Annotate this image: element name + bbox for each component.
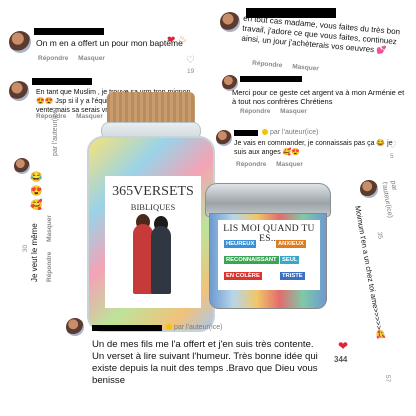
avatar[interactable] [66,318,84,336]
comment-actions: Répondre Masquer [252,60,327,75]
avatar[interactable] [220,12,240,32]
like-count: 5 [390,153,394,160]
like-count: 35 [375,231,384,240]
avatar[interactable] [14,158,30,174]
avatar[interactable] [9,31,31,53]
tin-label: LIS MOI QUAND TU ES... HEUREUX ANXIEUX R… [218,220,320,290]
comment-text: Je vais en commander, je connaissais pas… [234,140,393,156]
hide-link[interactable]: Masquer [46,215,53,242]
avatar[interactable] [9,81,29,101]
author-tag: par l'auteur(ice) [166,324,222,333]
author-dot-icon [262,129,268,136]
comment-text: en tout cas madame, vous faites du très … [241,13,401,56]
woman-illustration [133,224,153,294]
hide-link[interactable]: Masquer [292,63,319,72]
redacted-username [240,76,302,82]
comment-text: Je veut le même [30,223,39,282]
redacted-username [92,325,162,331]
emoji-icon: 😍 [30,186,43,197]
like-count: 57 [384,374,392,383]
mood-chip: SEUL [280,256,300,264]
mood-chip: ANXIEUX [276,240,306,248]
hide-link[interactable]: Masquer [280,108,307,115]
comment-4: Merci pour ce geste cet argent va à mon … [232,88,410,107]
like-icon[interactable]: ♡ [388,140,397,151]
mood-tin: LIS MOI QUAND TU ES... HEUREUX ANXIEUX R… [203,183,333,311]
tin-body: LIS MOI QUAND TU ES... HEUREUX ANXIEUX R… [209,213,327,309]
comment-7: Je veut le même [30,223,40,282]
woman-illustration [151,226,171,294]
comment-actions: Répondre Masquer [236,161,311,169]
mood-chip: RECONNAISSANT [224,256,279,264]
heart-icon: ❤ [167,35,176,46]
like-count: 30 [22,244,30,253]
comment-text: Merci pour ce geste cet argent va à mon … [232,88,405,107]
avatar[interactable] [360,180,378,198]
comment-8: Un de mes fils me l'a offert et j'en sui… [92,339,322,387]
reply-link[interactable]: Répondre [252,60,283,70]
jar-lid [107,92,195,126]
comment-text: Moimum t'en a un chez toi ame>>>>>🥰 [353,205,386,340]
jar-title: 365VERSETS [112,184,194,199]
reply-link[interactable]: Répondre [38,55,68,62]
mood-chip: EN COLÈRE [224,272,262,280]
comment-actions: Répondre Masquer [46,207,54,282]
like-count: 344 [334,355,348,364]
author-tag: par l'auteur(ice) [380,180,398,219]
fire-icon: ♨ [178,34,187,45]
tin-lid [205,183,331,217]
emoji-icon: 🥰 [30,200,43,211]
comment-5: Je vais en commander, je connaissais pas… [234,140,394,158]
verses-jar: 365VERSETS BIBLIQUES [87,92,215,332]
reply-link[interactable]: Répondre [46,252,53,282]
jar-subtitle: BIBLIQUES [130,202,176,212]
heart-icon[interactable]: ❤ [338,339,348,353]
hide-link[interactable]: Masquer [276,161,303,168]
hide-link[interactable]: Masquer [78,55,105,62]
author-tag: par l'auteur(ice) [262,129,318,138]
author-tag: par l'auteur(ice) [52,107,59,156]
like-icon[interactable]: ♡ [186,55,195,66]
comment-text: Un de mes fils me l'a offert et j'en sui… [92,339,318,386]
reply-link[interactable]: Répondre [240,108,270,115]
comment-6: Moimum t'en a un chez toi ame>>>>>🥰 [353,205,390,364]
redacted-username [234,130,258,136]
comment-3: en tout cas madame, vous faites du très … [241,14,411,59]
author-dot-icon [166,324,172,331]
reply-link[interactable]: Répondre [236,161,266,168]
jar-label: 365VERSETS BIBLIQUES [105,176,201,308]
comment-actions: Répondre Masquer [240,108,315,116]
like-count: 19 [187,68,195,75]
avatar[interactable] [216,130,232,146]
redacted-username [34,28,104,35]
emoji-icon: 😂 [30,172,43,183]
mood-chip: TRISTE [280,272,305,280]
jar-body: 365VERSETS BIBLIQUES [87,136,215,332]
redacted-username [32,78,92,85]
mood-chip: HEUREUX [224,240,257,248]
comment-actions: Répondre Masquer [38,55,113,63]
